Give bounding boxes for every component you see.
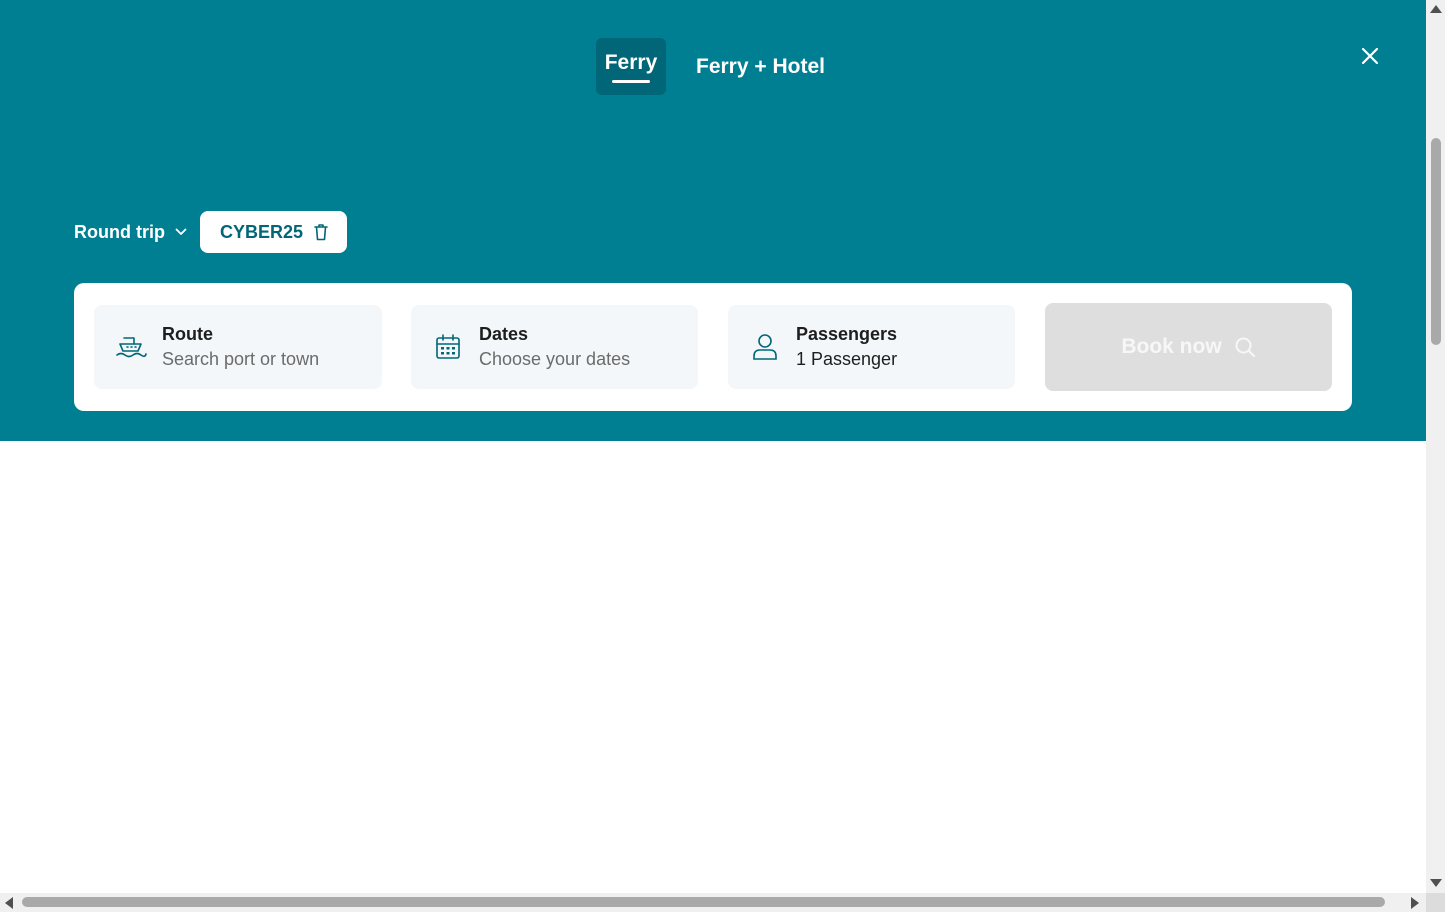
scrollbar-corner xyxy=(1426,893,1445,912)
passengers-field[interactable]: Passengers 1 Passenger xyxy=(728,305,1015,389)
dates-field[interactable]: Dates Choose your dates xyxy=(411,305,698,389)
tab-ferry-label: Ferry xyxy=(604,50,658,74)
trip-type-label: Round trip xyxy=(74,221,165,242)
horizontal-scroll-thumb[interactable] xyxy=(22,897,1385,907)
search-hero: Ferry Ferry + Hotel Round trip CYBER25 R… xyxy=(0,0,1426,441)
chevron-down-icon xyxy=(175,228,187,235)
close-button[interactable] xyxy=(1356,42,1384,70)
dates-placeholder: Choose your dates xyxy=(479,349,631,369)
route-field[interactable]: Route Search port or town xyxy=(94,305,382,389)
close-icon xyxy=(1361,47,1379,65)
calendar-icon xyxy=(431,330,465,364)
scroll-left-arrow-icon[interactable] xyxy=(5,897,13,909)
remove-promo-button[interactable] xyxy=(313,223,329,241)
route-label: Route xyxy=(162,324,213,344)
tab-ferry-hotel-label: Ferry + Hotel xyxy=(696,55,825,78)
scroll-right-arrow-icon[interactable] xyxy=(1411,897,1419,909)
promo-code-chip: CYBER25 xyxy=(200,211,347,253)
vertical-scroll-thumb[interactable] xyxy=(1431,138,1441,345)
ship-icon xyxy=(114,330,148,364)
vertical-scrollbar[interactable] xyxy=(1426,0,1445,893)
route-placeholder: Search port or town xyxy=(162,349,320,369)
book-now-label: Book now xyxy=(1121,335,1222,358)
dates-label: Dates xyxy=(479,324,529,344)
search-card: Route Search port or town Dates Choose y… xyxy=(74,283,1352,411)
tab-ferry-hotel[interactable]: Ferry + Hotel xyxy=(690,50,831,84)
person-icon xyxy=(748,330,782,364)
passengers-value: 1 Passenger xyxy=(796,349,898,369)
page-viewport: Ferry Ferry + Hotel Round trip CYBER25 R… xyxy=(0,0,1426,893)
tab-active-indicator xyxy=(612,79,650,83)
promo-code: CYBER25 xyxy=(220,221,304,242)
scroll-down-arrow-icon[interactable] xyxy=(1430,879,1442,887)
book-now-button[interactable]: Book now xyxy=(1045,303,1332,391)
horizontal-scrollbar[interactable] xyxy=(0,893,1426,912)
passengers-label: Passengers xyxy=(796,324,898,344)
scroll-up-arrow-icon[interactable] xyxy=(1430,5,1442,13)
trip-type-dropdown[interactable]: Round trip xyxy=(74,216,187,248)
trash-icon xyxy=(314,224,328,241)
tab-ferry[interactable]: Ferry xyxy=(596,38,666,95)
search-icon xyxy=(1235,337,1255,357)
